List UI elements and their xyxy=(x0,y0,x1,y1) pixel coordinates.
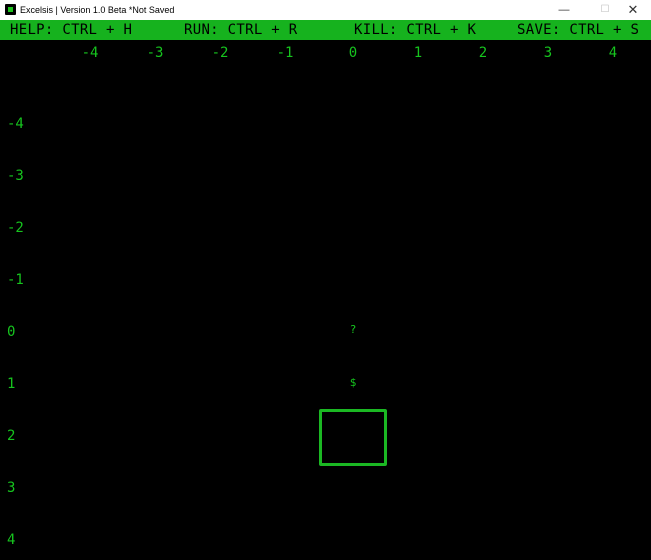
column-label: 2 xyxy=(478,45,488,61)
row-label: -4 xyxy=(7,116,24,132)
column-label: 1 xyxy=(413,45,423,61)
row-label: -3 xyxy=(7,168,24,184)
grid-cell[interactable]: $ xyxy=(333,376,373,389)
row-label: 3 xyxy=(7,480,16,496)
row-label: 0 xyxy=(7,324,16,340)
column-label: -2 xyxy=(211,45,229,61)
column-label: -3 xyxy=(146,45,164,61)
cell-cursor[interactable] xyxy=(319,409,387,466)
row-label: -2 xyxy=(7,220,24,236)
column-label: -1 xyxy=(276,45,294,61)
title-bar: Excelsis | Version 1.0 Beta *Not Saved —… xyxy=(0,0,651,20)
help-shortcut[interactable]: HELP: CTRL + H xyxy=(10,22,132,38)
run-shortcut[interactable]: RUN: CTRL + R xyxy=(184,22,297,38)
grid-cell[interactable]: ? xyxy=(333,323,373,336)
kill-shortcut[interactable]: KILL: CTRL + K xyxy=(354,22,476,38)
row-label: 1 xyxy=(7,376,16,392)
column-label: 0 xyxy=(348,45,358,61)
row-label: -1 xyxy=(7,272,24,288)
close-button[interactable]: ✕ xyxy=(615,0,651,20)
shortcut-bar: HELP: CTRL + H RUN: CTRL + R KILL: CTRL … xyxy=(0,20,651,40)
column-label: -4 xyxy=(81,45,99,61)
save-shortcut[interactable]: SAVE: CTRL + S xyxy=(517,22,639,38)
window-title: Excelsis | Version 1.0 Beta *Not Saved xyxy=(20,5,175,15)
column-label: 4 xyxy=(608,45,618,61)
row-label: 2 xyxy=(7,428,16,444)
column-label: 3 xyxy=(543,45,553,61)
row-label: 4 xyxy=(7,532,16,548)
minimize-button[interactable]: — xyxy=(546,0,582,20)
app-icon xyxy=(5,4,16,15)
